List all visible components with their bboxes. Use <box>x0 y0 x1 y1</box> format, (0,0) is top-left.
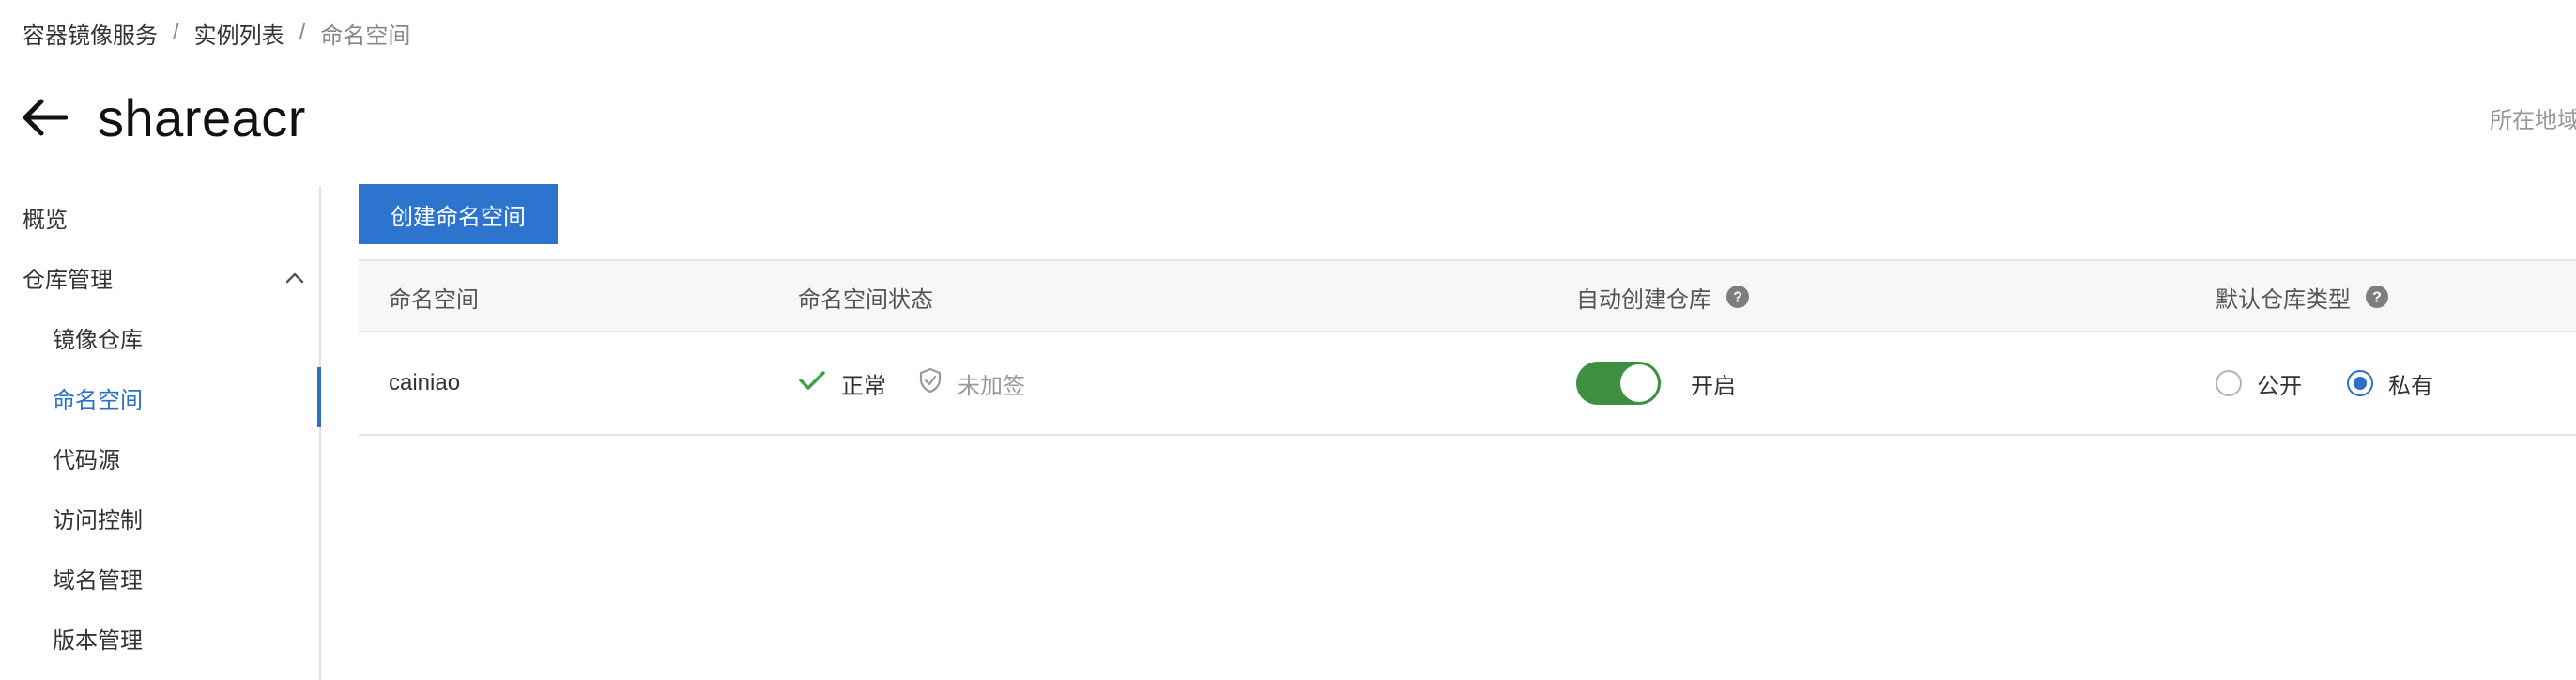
radio-private-circle[interactable] <box>2347 370 2373 396</box>
table-header-row: 命名空间 命名空间状态 自动创建仓库 ? 默认仓库类型 ? <box>359 259 2576 332</box>
arrow-left-icon[interactable] <box>19 96 69 139</box>
help-icon[interactable]: ? <box>2366 286 2388 308</box>
breadcrumb-separator: / <box>173 20 179 45</box>
sign-status: 未加签 <box>918 367 1025 400</box>
sidebar-item-overview[interactable]: 概览 <box>23 198 68 236</box>
page-title: shareacr <box>98 87 306 147</box>
auto-create-toggle-label: 开启 <box>1691 373 1736 399</box>
auto-create-cell: 开启 <box>1576 332 1736 434</box>
radio-public-label: 公开 <box>2257 373 2302 399</box>
column-header-namespace: 命名空间 <box>389 286 479 313</box>
sidebar-item-image-repo[interactable]: 镜像仓库 <box>53 318 143 356</box>
sidebar: 概览 仓库管理 镜像仓库 命名空间 代码源 访问控制 域名管理 版本管理 <box>0 186 321 680</box>
breadcrumb: 容器镜像服务 / 实例列表 / 命名空间 <box>23 17 410 49</box>
status-text: 正常 <box>841 373 886 399</box>
create-namespace-button[interactable]: 创建命名空间 <box>359 184 558 244</box>
svg-text:?: ? <box>2372 290 2382 306</box>
status-normal: 正常 <box>798 367 886 400</box>
breadcrumb-namespace: 命名空间 <box>320 23 411 49</box>
sidebar-item-namespace[interactable]: 命名空间 <box>53 379 143 416</box>
sidebar-item-version-management[interactable]: 版本管理 <box>53 619 143 657</box>
page-header: shareacr <box>19 83 306 152</box>
breadcrumb-separator: / <box>299 20 306 45</box>
toggle-knob <box>1620 364 1658 402</box>
checkmark-icon <box>798 369 826 398</box>
column-header-default-type-label: 默认仓库类型 <box>2216 286 2351 313</box>
radio-public[interactable]: 公开 <box>2216 367 2302 400</box>
auto-create-toggle[interactable] <box>1576 362 1661 405</box>
sidebar-item-access-control[interactable]: 访问控制 <box>53 499 143 536</box>
help-icon[interactable]: ? <box>1726 286 1749 308</box>
column-header-default-type: 默认仓库类型 ? <box>2216 261 2388 332</box>
sign-status-text: 未加签 <box>958 373 1025 399</box>
breadcrumb-container-registry[interactable]: 容器镜像服务 <box>23 17 158 50</box>
sidebar-group-label: 仓库管理 <box>23 267 113 293</box>
namespace-name: cainiao <box>389 370 461 395</box>
radio-private[interactable]: 私有 <box>2347 367 2433 400</box>
radio-public-circle[interactable] <box>2216 370 2242 396</box>
sidebar-item-domain-management[interactable]: 域名管理 <box>53 559 143 596</box>
chevron-up-icon <box>285 264 304 290</box>
column-header-auto-create: 自动创建仓库 ? <box>1576 261 1749 332</box>
column-header-auto-create-label: 自动创建仓库 <box>1576 286 1711 313</box>
breadcrumb-instance-list[interactable]: 实例列表 <box>194 17 284 50</box>
column-header-status: 命名空间状态 <box>798 286 933 313</box>
shield-check-icon <box>918 367 943 400</box>
sidebar-group-repo-management[interactable]: 仓库管理 <box>23 258 304 296</box>
svg-text:?: ? <box>1733 290 1742 306</box>
region-label: 所在地域 <box>2490 108 2576 133</box>
namespace-table: 命名空间 命名空间状态 自动创建仓库 ? 默认仓库类型 ? cainiao 正常… <box>359 259 2576 436</box>
default-type-cell: 公开 私有 <box>2216 332 2433 434</box>
table-row: cainiao 正常 未加签 开启 公开 私有 <box>359 332 2576 436</box>
sidebar-item-code-source[interactable]: 代码源 <box>53 439 120 476</box>
namespace-status-cell: 正常 未加签 <box>798 332 1025 434</box>
radio-private-label: 私有 <box>2388 373 2433 399</box>
sidebar-active-indicator <box>317 367 321 427</box>
